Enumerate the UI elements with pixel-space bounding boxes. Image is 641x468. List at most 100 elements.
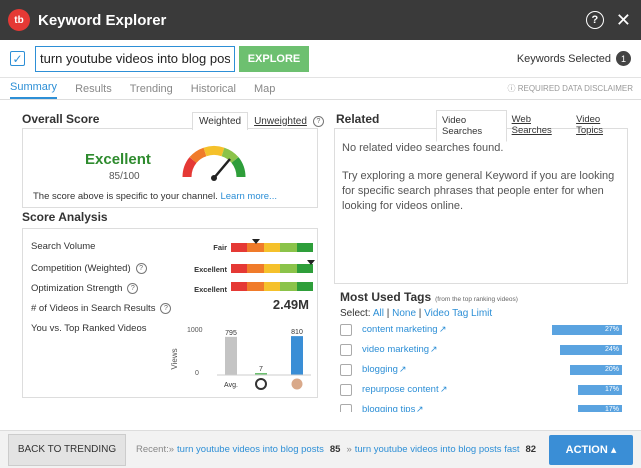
avatar-icon — [291, 378, 303, 390]
recent-label: Recent:» — [136, 444, 175, 455]
help-icon[interactable]: ? — [135, 263, 147, 274]
metric-bar — [231, 282, 314, 291]
external-link-icon[interactable]: ↗ — [430, 344, 438, 355]
related-hint-text: Try exploring a more general Keyword if … — [342, 170, 615, 212]
videos-count: 2.49M — [272, 297, 309, 312]
tag-row[interactable]: video marketing ↗ 24% — [340, 344, 628, 358]
main-tabs: Summary Results Trending Historical Map … — [0, 78, 641, 100]
bar-value-label: 810 — [291, 329, 303, 336]
bar-value-label: 7 — [259, 366, 263, 373]
related-empty-text: No related video searches found. — [342, 142, 504, 154]
tab-summary[interactable]: Summary — [10, 81, 58, 99]
keywords-selected[interactable]: Keywords Selected 1 — [517, 51, 631, 66]
tag-row[interactable]: blogging tips ↗ 17% — [340, 404, 628, 412]
close-icon[interactable]: ✕ — [616, 10, 631, 31]
score-value: 85/100 — [109, 171, 140, 182]
help-icon[interactable]: ? — [160, 303, 172, 314]
select-none-link[interactable]: None — [392, 308, 416, 319]
tag-name[interactable]: content marketing — [362, 324, 438, 335]
video-tag-limit-link[interactable]: Video Tag Limit — [424, 308, 492, 319]
title-bar: tb Keyword Explorer ? ✕ — [0, 0, 641, 40]
metric-compare: You vs. Top Ranked Videos — [31, 323, 147, 334]
data-disclaimer-link[interactable]: ⓘ REQUIRED DATA DISCLAIMER — [507, 83, 633, 99]
score-analysis-panel: Score Analysis Search Volume Fair Compet… — [22, 210, 322, 398]
score-gauge — [182, 146, 246, 181]
score-note: The score above is specific to your chan… — [33, 191, 277, 202]
compare-chart: Views 1000 0 795 7 810 Avg. — [170, 327, 311, 390]
tag-row[interactable]: repurpose content ↗ 17% — [340, 384, 628, 398]
overall-score-panel: Overall Score Excellent 85/100 The score… — [22, 108, 324, 208]
tubebuddy-logo-icon: tb — [8, 9, 30, 31]
related-tabs: Video Searches Web Searches Video Topics — [436, 110, 628, 142]
tag-checkbox[interactable] — [340, 344, 352, 356]
overall-score-box: Excellent 85/100 The score above is spec… — [22, 128, 318, 208]
tags-title-text: Most Used Tags — [340, 290, 432, 304]
keywords-selected-badge: 1 — [616, 51, 631, 66]
action-button[interactable]: ACTION ▴ — [549, 434, 633, 465]
help-icon[interactable]: ? — [585, 11, 604, 29]
recent-search-link[interactable]: turn youtube videos into blog posts — [177, 444, 324, 455]
tag-name[interactable]: blogging tips — [362, 404, 415, 412]
tab-historical[interactable]: Historical — [191, 83, 236, 99]
metric-videos: # of Videos in Search Results ? — [31, 303, 172, 314]
tab-web-searches[interactable]: Web Searches — [507, 110, 571, 142]
tag-checkbox[interactable] — [340, 384, 352, 396]
footer: BACK TO TRENDING Recent:» turn youtube v… — [0, 430, 641, 468]
metric-rating: Excellent — [194, 265, 227, 274]
help-icon[interactable]: ? — [312, 115, 324, 127]
back-to-trending-button[interactable]: BACK TO TRENDING — [8, 433, 126, 466]
tab-weighted[interactable]: Weighted — [192, 112, 249, 130]
select-label: Select: — [340, 308, 371, 319]
tab-map[interactable]: Map — [254, 83, 275, 99]
tag-checkbox[interactable] — [340, 364, 352, 376]
explore-button[interactable]: EXPLORE — [239, 45, 309, 72]
help-icon[interactable]: ? — [127, 283, 139, 294]
weighting-tabs: Weighted Unweighted ? — [192, 112, 324, 130]
recent-separator: » — [346, 444, 352, 455]
keyword-checkbox[interactable]: ✓ — [10, 51, 25, 66]
metric-competition: Competition (Weighted) ? — [31, 263, 147, 274]
tab-video-searches[interactable]: Video Searches — [436, 110, 507, 142]
tab-results[interactable]: Results — [75, 83, 112, 99]
overall-score-title: Overall Score — [22, 112, 100, 126]
y-tick-max: 1000 — [187, 327, 203, 334]
metric-optimization: Optimization Strength ? — [31, 283, 139, 294]
tag-name[interactable]: video marketing — [362, 344, 429, 355]
external-link-icon[interactable]: ↗ — [416, 404, 424, 412]
tag-select-row: Select: All | None | Video Tag Limit — [340, 308, 493, 319]
action-label: ACTION — [565, 443, 608, 456]
tag-row[interactable]: content marketing ↗ 27% — [340, 324, 628, 338]
related-title: Related — [336, 112, 380, 126]
tag-usage-bar: 20% — [570, 365, 622, 375]
window-title: Keyword Explorer — [38, 11, 167, 29]
tag-row[interactable]: blogging ↗ 20% — [340, 364, 628, 378]
tab-video-topics[interactable]: Video Topics — [571, 110, 628, 142]
score-note-text: The score above is specific to your chan… — [33, 191, 218, 202]
x-label-avg: Avg. — [224, 382, 238, 389]
disclaimer-text: REQUIRED DATA DISCLAIMER — [517, 84, 633, 93]
external-link-icon[interactable]: ↗ — [440, 384, 448, 395]
y-tick-min: 0 — [195, 370, 199, 377]
bar-value-label: 795 — [225, 330, 237, 337]
select-all-link[interactable]: All — [373, 308, 384, 319]
external-link-icon[interactable]: ↗ — [439, 324, 447, 335]
bar-top — [291, 336, 303, 375]
recent-search-link[interactable]: turn youtube videos into blog posts fast — [355, 444, 520, 455]
learn-more-link[interactable]: Learn more... — [220, 191, 277, 202]
keywords-selected-label: Keywords Selected — [516, 52, 611, 65]
metric-search-volume: Search Volume — [31, 241, 95, 252]
tag-checkbox[interactable] — [340, 404, 352, 412]
bar-avg — [225, 336, 237, 375]
y-axis-label: Views — [170, 348, 179, 369]
tab-unweighted[interactable]: Unweighted — [248, 113, 313, 130]
metric-label: # of Videos in Search Results — [31, 303, 156, 314]
tag-name[interactable]: repurpose content — [362, 384, 439, 395]
tab-trending[interactable]: Trending — [130, 83, 173, 99]
metric-label: Competition (Weighted) — [31, 263, 131, 274]
search-input[interactable] — [35, 45, 235, 72]
external-link-icon[interactable]: ↗ — [399, 364, 407, 375]
tag-checkbox[interactable] — [340, 324, 352, 336]
metric-pointer — [251, 239, 260, 244]
metric-label: Optimization Strength — [31, 283, 123, 294]
tag-name[interactable]: blogging — [362, 364, 398, 375]
